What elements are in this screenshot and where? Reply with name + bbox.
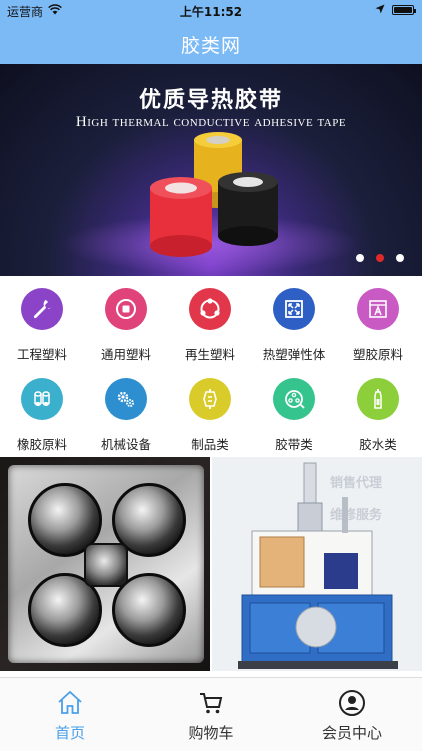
glue-bottle-icon (374, 389, 382, 409)
tab-label: 首页 (54, 724, 85, 742)
category-label: 塑胶原料 (352, 347, 403, 362)
category-label: 胶水类 (359, 437, 397, 452)
banner-title-en: High thermal conductive adhesive tape (75, 114, 347, 130)
home-icon (58, 690, 82, 714)
page-title: 胶类网 (180, 35, 241, 57)
bathroom-heater-image[interactable] (0, 457, 210, 671)
pager-dot[interactable] (356, 254, 364, 262)
tape-rolls-image (150, 132, 278, 257)
recycle-icon (200, 298, 220, 319)
category-label: 热塑弹性体 (262, 347, 326, 362)
category-thermoplastic-elastomer[interactable]: 热塑弹性体 (252, 276, 336, 366)
category-icon-bg (105, 288, 147, 330)
category-tapes[interactable]: 胶带类 (252, 366, 336, 456)
category-icon-bg (105, 378, 147, 420)
category-grid: 工程塑料 通用塑料 再生塑料 热塑弹性体 塑胶原料 橡胶原料 机械设备 制品类 … (0, 276, 422, 456)
category-label: 工程塑料 (16, 347, 67, 362)
pager-dot[interactable] (396, 254, 404, 262)
category-general-plastics[interactable]: 通用塑料 (84, 276, 168, 366)
category-label: 橡胶原料 (16, 437, 67, 452)
header: 运营商 上午11:52 胶类网 (0, 0, 422, 64)
tab-home[interactable]: 首页 (0, 678, 140, 751)
product-tag-icon (203, 389, 217, 409)
cart-icon (200, 693, 223, 714)
injection-molding-machine-image[interactable]: 销售代理 维修服务 (212, 457, 422, 671)
expand-arrows-icon (285, 300, 303, 318)
machine-sign-2: 维修服务 (330, 507, 383, 523)
tab-label: 购物车 (188, 724, 234, 742)
category-label: 再生塑料 (184, 347, 235, 362)
banner-title-cn: 优质导热胶带 (138, 88, 283, 113)
category-icon-bg (189, 378, 231, 420)
machine-sign-1: 销售代理 (330, 475, 382, 491)
heater-center-light (84, 543, 128, 587)
tab-member-center[interactable]: 会员中心 (282, 678, 422, 751)
category-label: 通用塑料 (100, 347, 151, 362)
status-bar: 运营商 上午11:52 (0, 0, 422, 22)
category-glues[interactable]: 胶水类 (336, 366, 420, 456)
pager-dot-active[interactable] (376, 254, 384, 262)
rubber-rolls-icon (34, 391, 50, 406)
battery-icon (392, 5, 416, 15)
tab-cart[interactable]: 购物车 (141, 678, 281, 751)
banner-pager[interactable] (352, 254, 408, 264)
category-label: 机械设备 (100, 437, 151, 452)
wrench-icon (33, 300, 52, 319)
category-icon-bg (357, 378, 399, 420)
user-icon (339, 690, 365, 716)
category-label: 制品类 (191, 437, 229, 452)
tab-bar: 首页 购物车 会员中心 (0, 677, 422, 751)
gears-icon (117, 391, 134, 407)
category-icon-bg (189, 288, 231, 330)
machine-illustration: 销售代理 维修服务 (212, 457, 422, 671)
category-plastic-raw-materials[interactable]: 塑胶原料 (336, 276, 420, 366)
category-icon-bg (273, 288, 315, 330)
category-icon-bg (21, 288, 63, 330)
product-showcase: 销售代理 维修服务 (0, 457, 422, 671)
category-icon-bg (21, 378, 63, 420)
category-machinery[interactable]: 机械设备 (84, 366, 168, 456)
category-recycled-plastics[interactable]: 再生塑料 (168, 276, 252, 366)
tape-reel-icon (285, 390, 305, 409)
category-icon-bg (273, 378, 315, 420)
stop-circle-icon (116, 299, 136, 319)
clock: 上午11:52 (179, 5, 243, 19)
category-icon-bg (357, 288, 399, 330)
category-label: 胶带类 (275, 437, 313, 452)
category-engineering-plastics[interactable]: 工程塑料 (0, 276, 84, 366)
category-rubber-raw-materials[interactable]: 橡胶原料 (0, 366, 84, 456)
location-arrow-icon (375, 4, 385, 14)
promo-banner[interactable]: 优质导热胶带 High thermal conductive adhesive … (0, 64, 422, 276)
heater-plate (8, 465, 204, 663)
tab-label: 会员中心 (321, 724, 382, 742)
document-a-icon (369, 300, 387, 318)
category-products[interactable]: 制品类 (168, 366, 252, 456)
